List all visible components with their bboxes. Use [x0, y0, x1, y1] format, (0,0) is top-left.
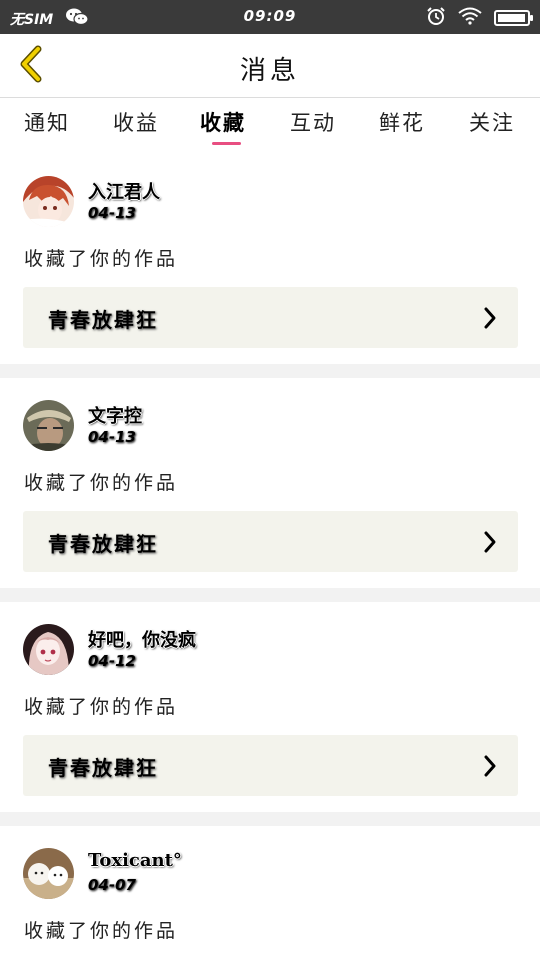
tab-flowers[interactable]: 鲜花 — [379, 107, 425, 137]
action-text: 收藏了你的作品 — [24, 920, 179, 942]
chevron-right-icon — [482, 530, 498, 554]
avatar[interactable] — [23, 176, 74, 227]
tab-favorites[interactable]: 收藏 — [200, 107, 246, 137]
work-title: 青春放肆狂 — [48, 756, 158, 780]
action-text: 收藏了你的作品 — [24, 248, 179, 270]
list-item: Toxicant° 04-07 收藏了你的作品 — [0, 826, 540, 960]
avatar[interactable] — [23, 624, 74, 675]
list-item: 好吧，你没疯 04-12 收藏了你的作品 青春放肆狂 — [0, 602, 540, 812]
chevron-right-icon — [482, 754, 498, 778]
status-right — [426, 6, 533, 30]
chevron-right-icon — [482, 306, 498, 330]
page-title: 消息 — [239, 56, 300, 86]
username[interactable]: Toxicant° — [88, 850, 182, 871]
wifi-icon — [458, 7, 482, 29]
alarm-icon — [426, 6, 446, 30]
timestamp: 04-13 — [88, 428, 136, 446]
battery-icon — [494, 10, 533, 26]
username[interactable]: 文字控 — [88, 402, 142, 428]
header: 消息 — [0, 34, 540, 98]
action-text: 收藏了你的作品 — [24, 696, 179, 718]
status-bar: 无SIM 09:09 — [0, 0, 540, 34]
work-link[interactable]: 青春放肆狂 — [23, 735, 518, 796]
avatar[interactable] — [23, 400, 74, 451]
work-link[interactable]: 青春放肆狂 — [23, 511, 518, 572]
action-text: 收藏了你的作品 — [24, 472, 179, 494]
work-title: 青春放肆狂 — [48, 532, 158, 556]
tab-bar: 通知 收益 收藏 互动 鲜花 关注 — [0, 99, 540, 151]
list-item: 文字控 04-13 收藏了你的作品 青春放肆狂 — [0, 378, 540, 588]
tab-active-indicator — [212, 142, 241, 145]
work-title: 青春放肆狂 — [48, 308, 158, 332]
timestamp: 04-07 — [88, 876, 136, 894]
divider — [0, 588, 540, 602]
battery-level — [498, 14, 525, 22]
timestamp: 04-13 — [88, 204, 136, 222]
divider — [0, 364, 540, 378]
avatar[interactable] — [23, 848, 74, 899]
list-item: 入江君人 04-13 收藏了你的作品 青春放肆狂 — [0, 154, 540, 364]
tab-interactions[interactable]: 互动 — [290, 107, 336, 137]
tab-notifications[interactable]: 通知 — [24, 107, 70, 137]
tab-follows[interactable]: 关注 — [469, 107, 515, 137]
tab-earnings[interactable]: 收益 — [113, 107, 159, 137]
username[interactable]: 入江君人 — [88, 178, 160, 204]
work-link[interactable]: 青春放肆狂 — [23, 287, 518, 348]
divider — [0, 812, 540, 826]
timestamp: 04-12 — [88, 652, 136, 670]
username[interactable]: 好吧，你没疯 — [88, 626, 196, 652]
